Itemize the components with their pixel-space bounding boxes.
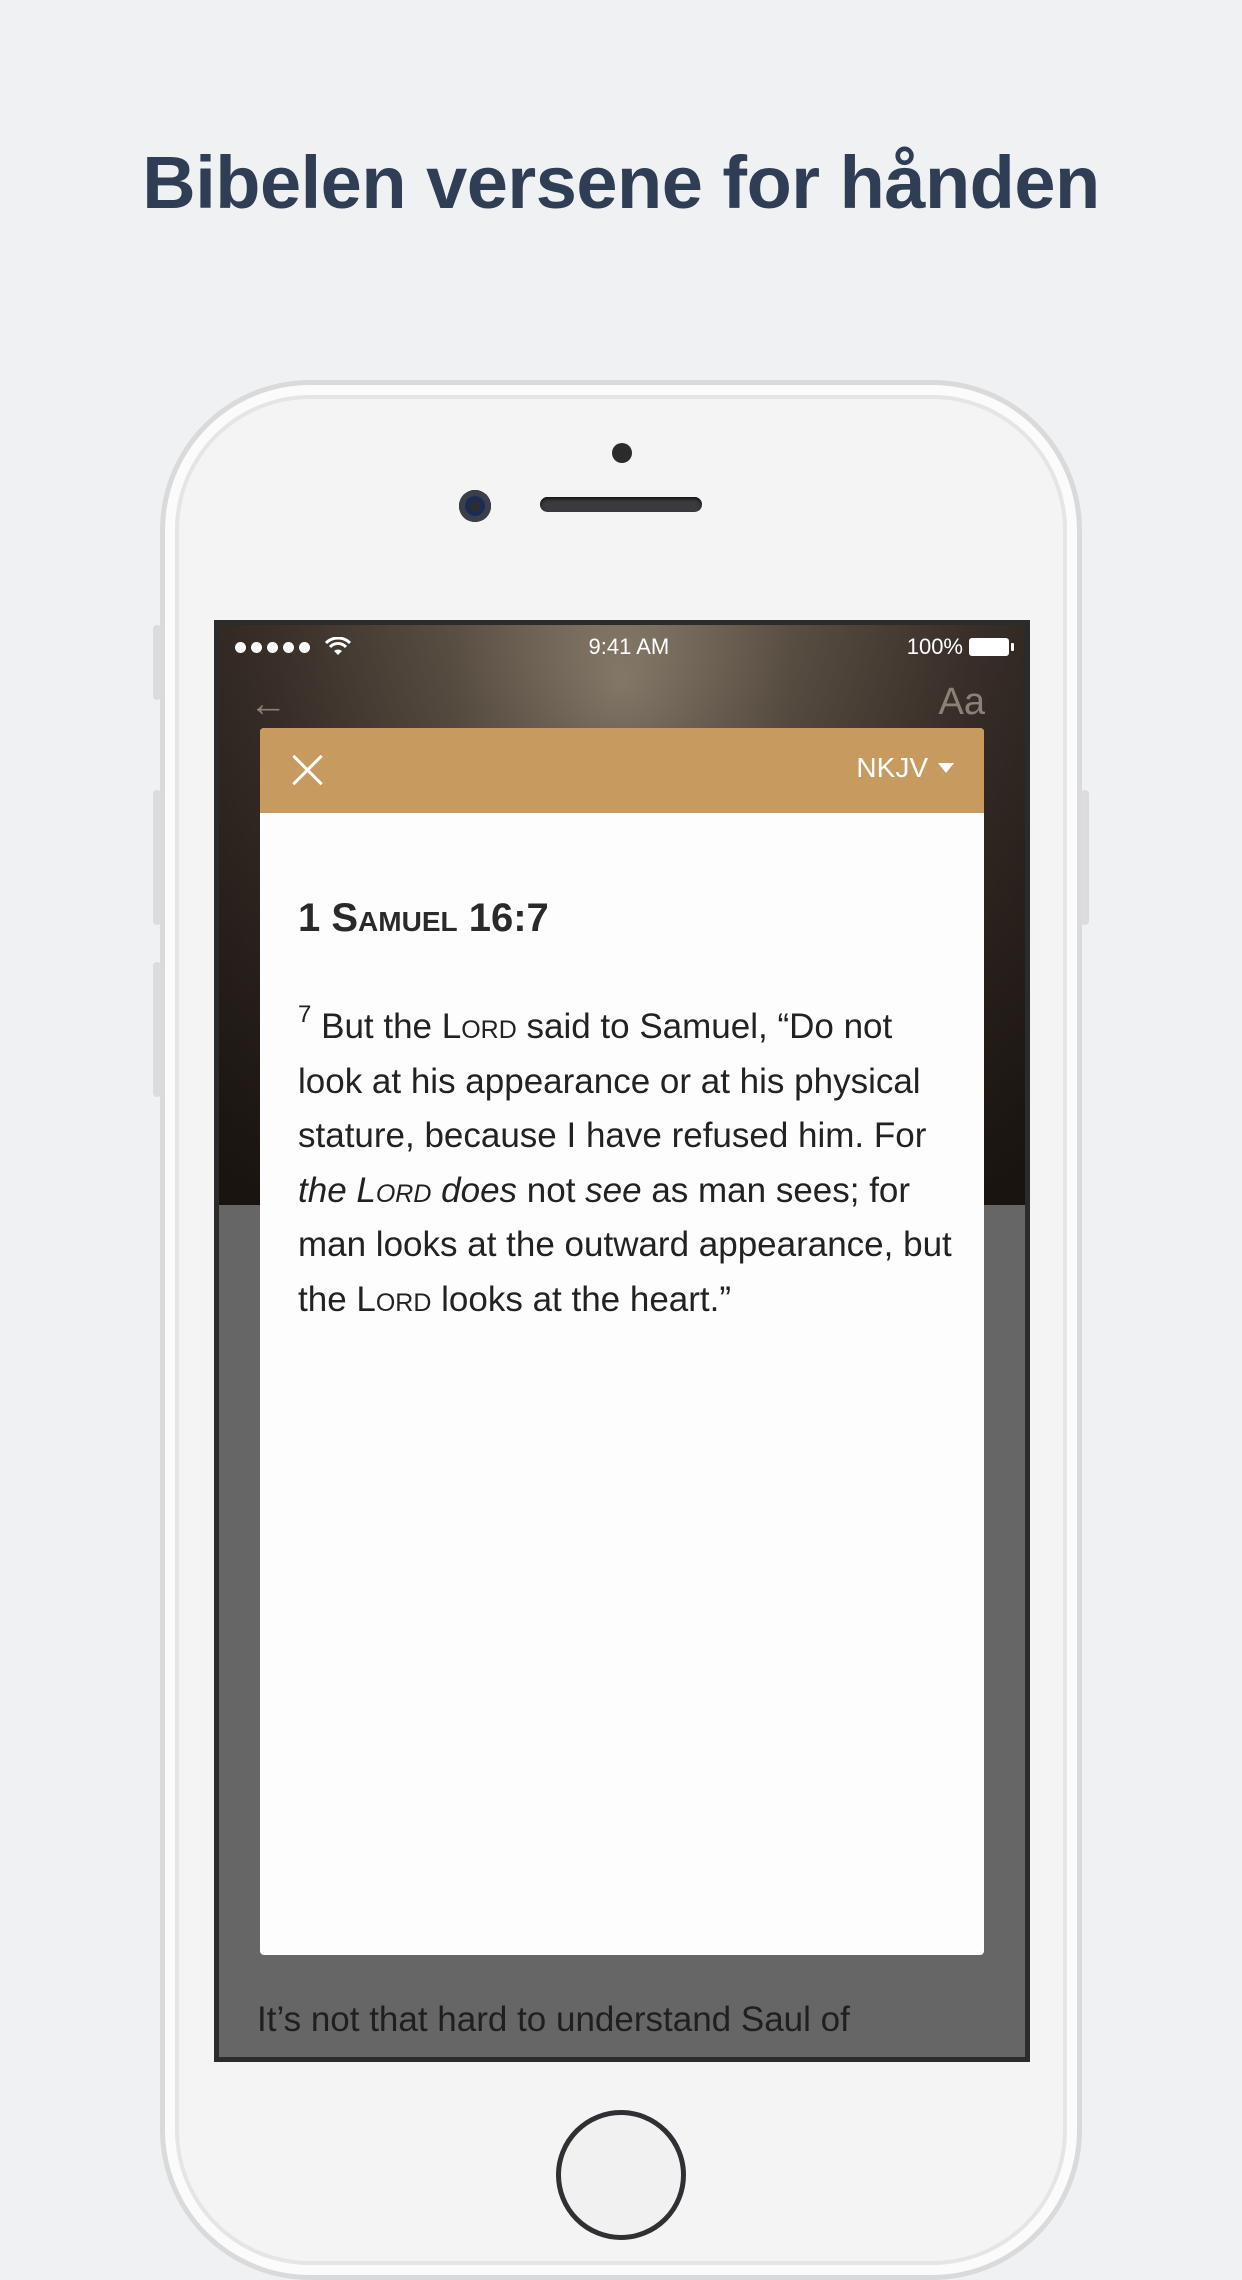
reference-book-name: Samuel — [331, 896, 458, 940]
status-time: 9:41 AM — [588, 634, 670, 659]
verse-reference: 1 Samuel 16:7 — [298, 896, 549, 941]
silent-switch — [153, 625, 161, 700]
earpiece-speaker — [540, 497, 702, 512]
proximity-sensor — [612, 443, 632, 463]
signal-dots-icon — [235, 637, 351, 657]
version-label: NKJV — [856, 752, 928, 783]
battery-indicator: 100% — [906, 634, 1014, 660]
back-arrow-icon[interactable]: ← — [249, 683, 287, 726]
text-size-button[interactable]: Aa — [939, 681, 985, 724]
verse-number: 7 — [298, 1001, 312, 1028]
modal-header: NKJV — [260, 728, 984, 813]
reference-book-number: 1 — [298, 896, 321, 940]
front-camera-icon — [459, 490, 491, 522]
verse-text: 7 But the Lord said to Samuel, “Do not l… — [298, 1001, 952, 1319]
reference-chapter-verse: 16:7 — [468, 896, 549, 940]
close-icon[interactable] — [286, 748, 330, 792]
battery-percent: 100% — [906, 634, 963, 659]
page-headline: Bibelen versene for hånden — [142, 141, 1100, 224]
battery-icon — [969, 638, 1014, 656]
article-text: It’s not that hard to understand Saul of — [257, 2000, 850, 2039]
wifi-icon — [325, 637, 351, 655]
volume-up-button — [153, 790, 161, 925]
home-button[interactable] — [556, 2110, 686, 2240]
version-selector[interactable]: NKJV — [856, 752, 954, 784]
verse-modal: NKJV 1 Samuel 16:7 7 But the Lord said t… — [260, 728, 984, 1955]
status-bar: 9:41 AM 100% — [219, 625, 1025, 669]
caret-down-icon — [938, 763, 954, 773]
power-button — [1081, 790, 1089, 925]
volume-down-button — [153, 962, 161, 1097]
